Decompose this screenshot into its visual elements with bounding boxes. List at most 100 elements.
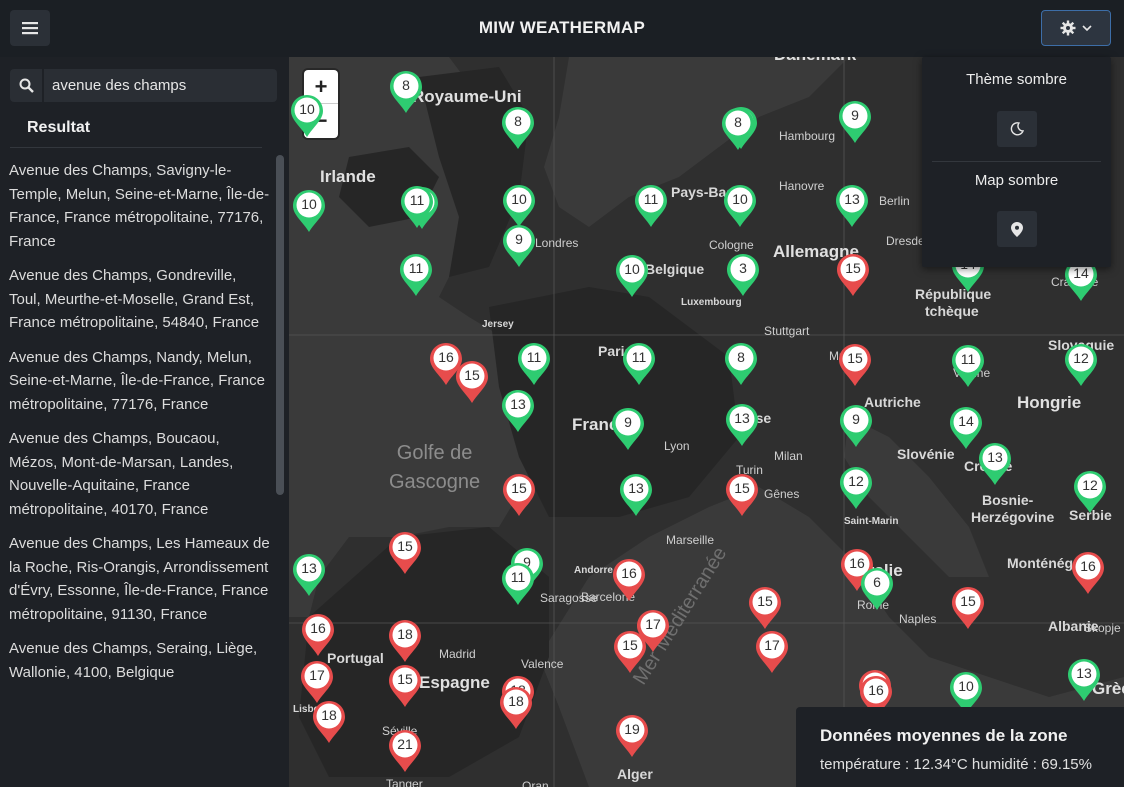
app-title: MIW WEATHERMAP [478, 18, 646, 37]
weather-marker-cool[interactable]: 13 [618, 472, 654, 518]
weather-marker-warm[interactable]: 15 [387, 530, 423, 576]
result-item[interactable]: Avenue des Champs, Savigny-le-Temple, Me… [9, 159, 271, 253]
weather-marker-cool[interactable]: 13 [1066, 657, 1102, 703]
weather-marker-cool[interactable]: 9 [501, 223, 537, 269]
result-item[interactable]: Avenue des Champs, Boucaou, Mézos, Mont-… [9, 427, 271, 521]
weather-marker-cool[interactable]: 10 [722, 183, 758, 229]
weather-marker-cool[interactable]: 9 [610, 406, 646, 452]
weather-marker-cool[interactable]: 13 [291, 552, 327, 598]
weather-marker-warm[interactable]: 19 [614, 713, 650, 759]
marker-temperature: 9 [852, 411, 860, 427]
map-label: Gênes [764, 487, 800, 501]
weather-marker-warm[interactable]: 15 [837, 342, 873, 388]
scrollbar-thumb[interactable] [276, 155, 284, 495]
weather-marker-cool[interactable]: 11 [950, 343, 986, 389]
weather-marker-warm[interactable]: 16 [611, 557, 647, 603]
weather-marker-cool[interactable]: 12 [838, 465, 874, 511]
map-label: Slovénie [897, 446, 955, 462]
result-item[interactable]: Avenue des Champs, Gondreville, Toul, Me… [9, 264, 271, 335]
weather-marker-cool[interactable]: 12 [1072, 469, 1108, 515]
marker-temperature: 3 [739, 260, 747, 276]
weather-marker-cool[interactable]: 11 [633, 183, 669, 229]
dark-theme-toggle[interactable] [997, 111, 1037, 147]
map-label: Londres [535, 236, 579, 250]
weather-marker-warm[interactable]: 18 [387, 618, 423, 664]
marker-temperature: 15 [847, 350, 863, 366]
weather-marker-warm[interactable]: 21 [387, 728, 423, 774]
result-item[interactable]: Avenue des Champs, Seraing, Liège, Wallo… [9, 637, 271, 684]
weather-marker-cool[interactable]: 9 [838, 403, 874, 449]
weather-marker-cool[interactable]: 11 [516, 341, 552, 387]
map-label: Herzégovine [971, 509, 1055, 525]
map-label: Jersey [482, 319, 514, 330]
weather-marker-cool[interactable]: 6 [859, 566, 895, 612]
map-label: Luxembourg [681, 297, 742, 308]
zone-average-title: Données moyennes de la zone [820, 726, 1068, 745]
marker-temperature: 15 [397, 671, 413, 687]
weather-marker-cool[interactable]: 11 [398, 252, 434, 298]
map-label: Milan [774, 449, 803, 463]
marker-temperature: 16 [1080, 558, 1096, 574]
weather-marker-cool[interactable]: 8 [723, 341, 759, 387]
marker-temperature: 15 [960, 593, 976, 609]
weather-marker-cool[interactable]: 8 [388, 69, 424, 115]
marker-temperature: 13 [987, 449, 1003, 465]
weather-marker-cool[interactable]: 13 [500, 388, 536, 434]
marker-temperature: 21 [397, 736, 413, 752]
marker-temperature: 10 [958, 678, 974, 694]
map-label: tchèque [925, 303, 979, 319]
result-item[interactable]: Avenue des Champs, Nandy, Melun, Seine-e… [9, 346, 271, 417]
weather-marker-cool[interactable]: 13 [977, 441, 1013, 487]
weather-marker-warm[interactable]: 15 [454, 359, 490, 405]
result-item[interactable]: Avenue des Champs, Les Hameaux de la Roc… [9, 532, 271, 626]
map-label: Marseille [666, 533, 715, 547]
weather-marker-cool[interactable]: 13 [834, 183, 870, 229]
map-label: Belgique [645, 261, 705, 277]
weather-marker-warm[interactable]: 15 [835, 252, 871, 298]
marker-temperature: 15 [511, 480, 527, 496]
map-label: Oran [522, 779, 549, 787]
weather-marker-cool[interactable]: 9 [837, 99, 873, 145]
weather-marker-warm[interactable]: 15 [747, 585, 783, 631]
weather-marker-cool[interactable]: 11 [621, 341, 657, 387]
marker-temperature: 11 [526, 349, 542, 365]
weather-marker-warm[interactable]: 16 [300, 612, 336, 658]
marker-temperature: 16 [310, 620, 326, 636]
weather-marker-warm[interactable]: 15 [501, 472, 537, 518]
weather-marker-cool[interactable]: 13 [724, 402, 760, 448]
weather-marker-warm[interactable]: 15 [612, 629, 648, 675]
search-input[interactable] [44, 69, 277, 102]
weather-marker-cool[interactable]: 12 [1063, 342, 1099, 388]
search-button[interactable] [10, 69, 42, 102]
weather-marker-warm[interactable]: 15 [724, 472, 760, 518]
weather-marker-warm[interactable]: 15 [387, 663, 423, 709]
marker-temperature: 9 [515, 231, 523, 247]
weather-marker-cool[interactable]: 10 [289, 93, 325, 139]
weather-marker-warm[interactable]: 15 [950, 585, 986, 631]
weather-marker-cool[interactable]: 10 [614, 253, 650, 299]
marker-temperature: 16 [868, 682, 884, 698]
settings-button[interactable] [1041, 10, 1111, 46]
weather-marker-cool[interactable]: 11 [500, 561, 536, 607]
marker-temperature: 15 [734, 480, 750, 496]
marker-temperature: 6 [873, 574, 881, 590]
marker-temperature: 17 [309, 667, 325, 683]
map-label: Bosnie- [982, 492, 1034, 508]
weather-marker-warm[interactable]: 18 [311, 699, 347, 745]
map-pin-icon [1011, 221, 1023, 237]
weather-marker-cool[interactable]: 8 [720, 106, 756, 152]
weather-marker-warm[interactable]: 16 [1070, 550, 1106, 596]
dark-map-toggle[interactable] [997, 211, 1037, 247]
marker-temperature: 12 [1082, 477, 1098, 493]
marker-temperature: 12 [1073, 350, 1089, 366]
weather-marker-cool[interactable]: 10 [291, 188, 327, 234]
weather-marker-warm[interactable]: 18 [498, 685, 534, 731]
marker-temperature: 10 [732, 191, 748, 207]
marker-temperature: 14 [1073, 265, 1089, 281]
marker-temperature: 13 [734, 410, 750, 426]
weather-marker-cool[interactable]: 8 [500, 105, 536, 151]
weather-marker-cool[interactable]: 3 [725, 252, 761, 298]
zone-average-panel: Données moyennes de la zone température … [796, 707, 1124, 787]
weather-marker-warm[interactable]: 17 [754, 629, 790, 675]
weather-marker-cool[interactable]: 11 [399, 184, 435, 230]
